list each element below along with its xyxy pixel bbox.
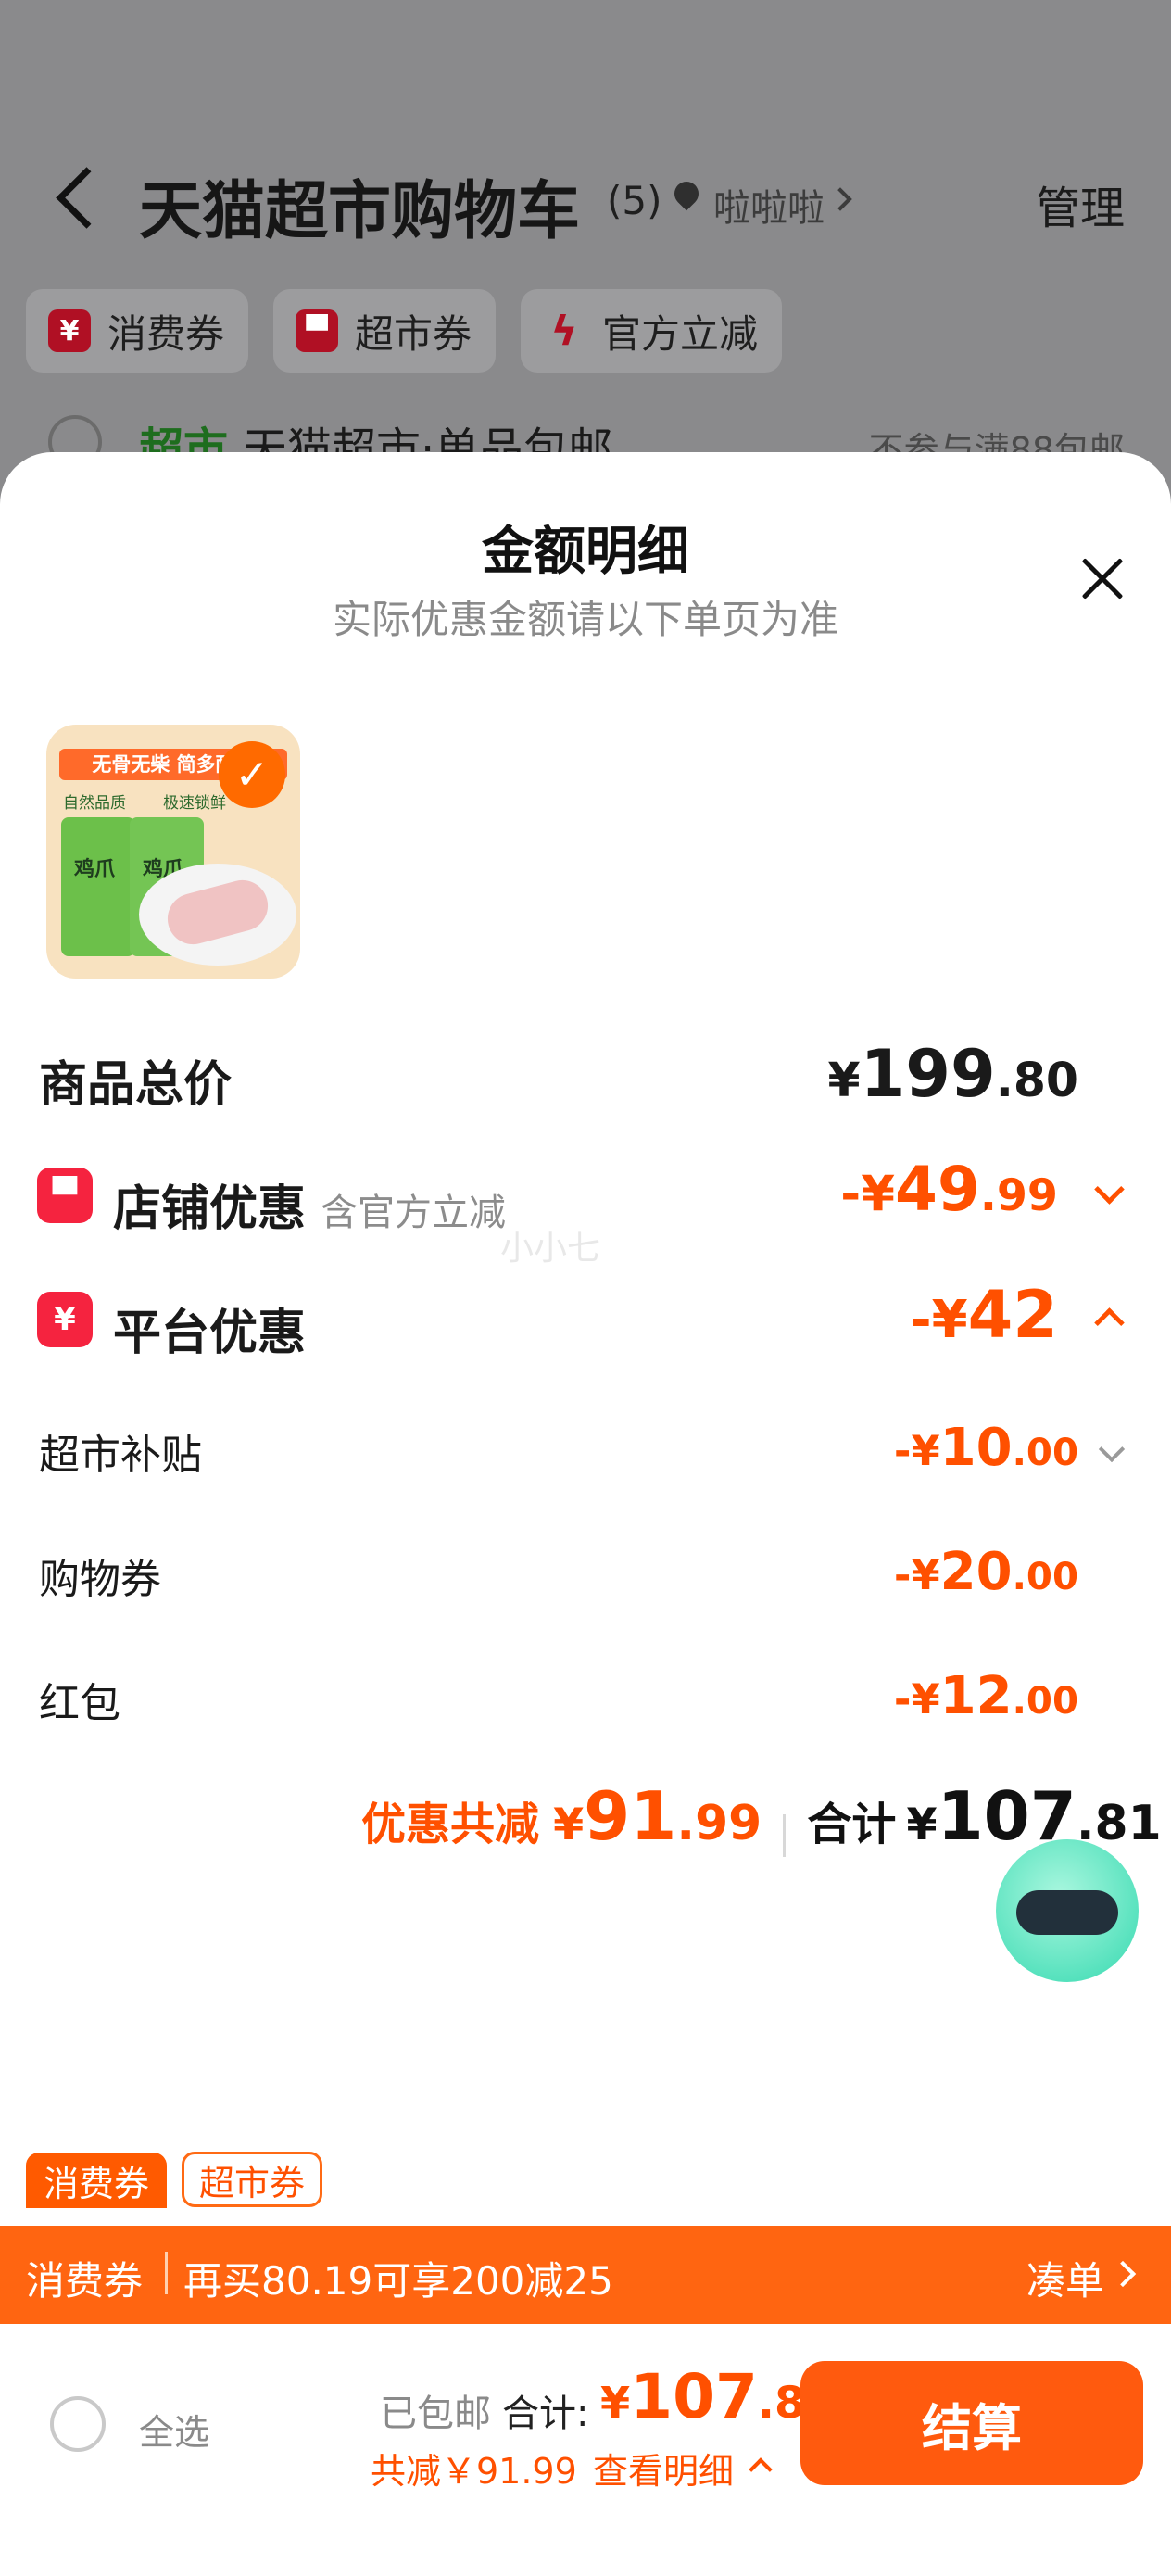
sum-label: 合计 [807,1799,897,1850]
supermarket-subsidy-value: -¥10.00 [893,1418,1078,1478]
footer-discount-text: 共减￥91.99 [371,2451,577,2492]
product-tag: 自然品质 [63,794,126,813]
shop-discount-label: 店铺优惠 [113,1181,307,1237]
product-pack-label: 鸡爪 [74,858,116,881]
sheet-title: 金额明细 [482,522,689,582]
chip-supermarket-voucher[interactable]: ▀ 超市券 [273,289,497,373]
checkout-button[interactable]: 结算 [800,2361,1143,2485]
shopping-voucher-value: -¥20.00 [893,1542,1078,1602]
sheet-subtitle: 实际优惠金额请以下单页为准 [332,597,838,642]
assistant-mascot-icon[interactable] [996,1839,1139,1982]
close-icon[interactable] [1079,556,1126,602]
summary-divider [783,1813,787,1857]
make-up-order-link[interactable]: 凑单 [1026,2250,1104,2306]
shop-discount-value: -¥49.99 [840,1154,1058,1225]
chip-consumer-voucher[interactable]: ¥ 消费券 [26,289,249,373]
total-price-value: ¥199.80 [827,1036,1078,1112]
platform-discount-value: -¥42 [910,1277,1058,1353]
supermarket-voucher-tab[interactable]: 超市券 [182,2152,322,2207]
platform-discount-label: 平台优惠 [113,1306,307,1361]
chip-official-discount[interactable]: ϟ 官方立减 [521,289,783,373]
sum-value: ¥107.81 [906,1777,1162,1855]
footer-total-label: 合计: [502,2393,589,2435]
check-icon: ✓ [219,741,285,808]
banner-text: 再买80.19可享200减25 [183,2258,613,2304]
lightning-icon: ϟ [550,307,578,355]
red-packet-value: -¥12.00 [893,1666,1078,1726]
view-details-link[interactable]: 查看明细 [593,2443,734,2494]
total-price-label: 商品总价 [39,1057,233,1113]
shipping-label: 已包邮 [380,2393,491,2435]
product-tag: 极速锁鲜 [163,794,226,813]
consumer-voucher-tab[interactable]: 消费券 [26,2153,167,2208]
shopping-voucher-label: 购物券 [39,1556,161,1603]
shop-icon: ▀ [37,1168,93,1223]
shop-discount-note: 含官方立减 [321,1192,506,1234]
watermark-text: 小小七 [500,1230,601,1268]
manage-button[interactable]: 管理 [1036,171,1125,236]
supermarket-subsidy-label: 超市补贴 [39,1432,202,1479]
store-icon: ▀ [296,309,338,352]
promo-banner[interactable]: 消费券 再买80.19可享200减25 凑单 [0,2226,1171,2324]
select-all-label[interactable]: 全选 [139,2404,209,2455]
chevron-right-icon [1109,2260,1137,2288]
product-package [61,817,135,956]
total-discount-value: ¥91.99 [553,1777,762,1855]
cart-count: (5) [607,178,662,223]
platform-yen-icon: ¥ [37,1292,93,1347]
total-discount-label: 优惠共减 [361,1799,540,1850]
yen-coupon-icon: ¥ [48,309,91,352]
cart-title: 天猫超市购物车 [139,175,581,248]
banner-divider [165,2252,168,2294]
red-packet-label: 红包 [39,1680,120,1727]
banner-tag: 消费券 [26,2258,144,2304]
location-text[interactable]: 啦啦啦 [713,178,825,232]
select-all-radio[interactable] [50,2396,106,2452]
